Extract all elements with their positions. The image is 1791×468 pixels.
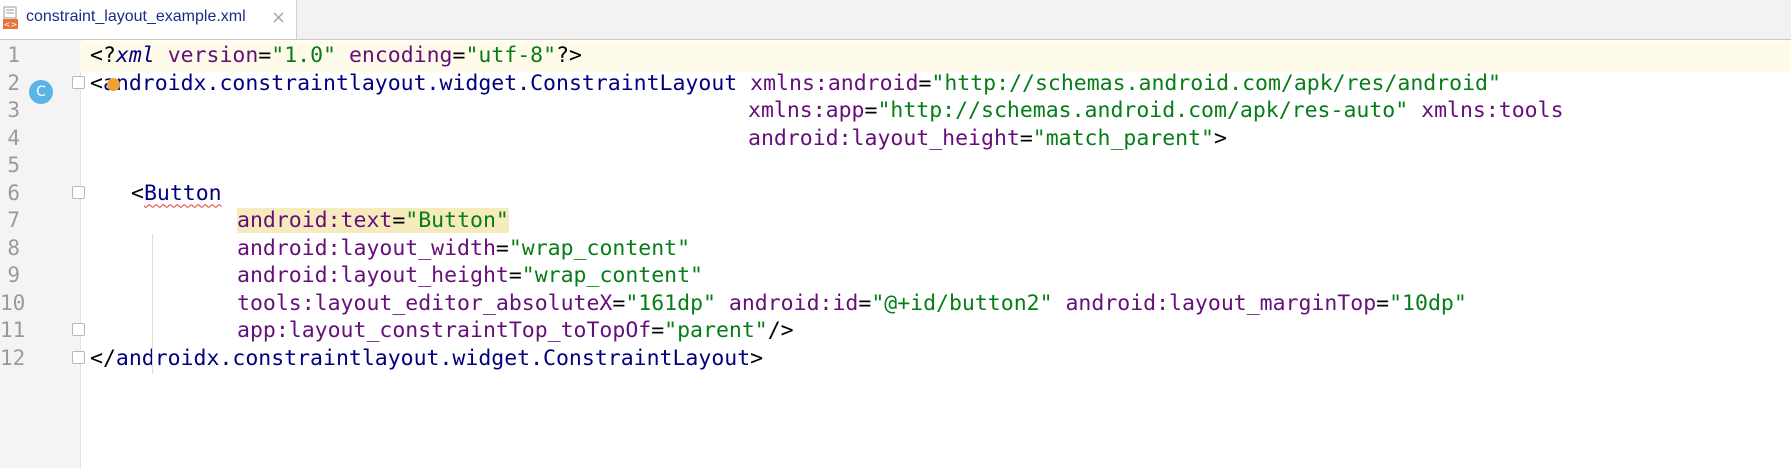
line-number: 6 bbox=[7, 180, 20, 205]
value-encoding: "utf-8" bbox=[465, 43, 557, 68]
line-number: 12 bbox=[0, 345, 26, 370]
attr-margin-top: android:layout_marginTop bbox=[1065, 290, 1377, 316]
equals: = bbox=[612, 290, 626, 316]
line-number: 4 bbox=[7, 125, 20, 150]
line-number: 1 bbox=[7, 43, 20, 67]
value-margin-top: "10dp" bbox=[1389, 290, 1467, 316]
indent-guide bbox=[152, 234, 153, 374]
xml-prolog-close: ?> bbox=[556, 43, 582, 68]
line-number: 3 bbox=[7, 98, 20, 122]
value-absolute-x: "161dp" bbox=[625, 290, 716, 316]
fold-marker-icon[interactable] bbox=[72, 186, 85, 199]
attr-layout-width: android:layout_width bbox=[237, 235, 496, 261]
intention-bulb-icon[interactable] bbox=[107, 78, 120, 91]
tag-button: Button bbox=[143, 180, 222, 206]
line-number: 9 bbox=[7, 263, 20, 287]
code-line-12: </androidx.constraintlayout.widget.Const… bbox=[90, 343, 763, 374]
code-line-1: <?xml version="1.0" encoding="utf-8"?> bbox=[90, 40, 582, 71]
tag-close-bracket: > bbox=[1214, 125, 1227, 151]
equals: = bbox=[858, 290, 872, 316]
value-constraint-top: "parent" bbox=[664, 318, 768, 343]
code-editor[interactable]: 1 2 3 4 5 6 7 8 9 10 11 12 <?xml version… bbox=[0, 40, 1791, 468]
xml-prolog-open: <? bbox=[90, 43, 116, 68]
code-line-11: app:layout_constraintTop_toTopOf="parent… bbox=[237, 315, 794, 346]
equals: = bbox=[495, 235, 509, 261]
value-android-text: "Button" bbox=[405, 208, 509, 233]
svg-text:<>: <> bbox=[4, 20, 17, 29]
value-layout-height: "wrap_content" bbox=[521, 263, 703, 288]
attr-xmlns-android: xmlns:android bbox=[750, 70, 919, 96]
attr-android-text: android:text bbox=[237, 208, 393, 233]
line-number: 5 bbox=[7, 153, 20, 177]
equals: = bbox=[1019, 125, 1033, 151]
close-icon[interactable]: × bbox=[271, 7, 286, 28]
equals: = bbox=[452, 43, 466, 68]
code-line-4: android:layout_height="match_parent"> bbox=[748, 123, 1227, 154]
value-layout-width: "wrap_content" bbox=[508, 235, 691, 261]
fold-marker-icon[interactable] bbox=[72, 323, 85, 336]
fold-marker-icon[interactable] bbox=[72, 351, 85, 364]
value-layout-height: "match_parent" bbox=[1032, 125, 1214, 151]
xml-prolog-name: xml bbox=[115, 43, 155, 68]
attr-version: version bbox=[167, 43, 259, 68]
value-version: "1.0" bbox=[271, 43, 336, 68]
tab-label: constraint_layout_example.xml bbox=[26, 8, 246, 25]
code-line-10: tools:layout_editor_absoluteX="161dp" an… bbox=[237, 288, 1467, 319]
attr-absolute-x: tools:layout_editor_absoluteX bbox=[237, 290, 613, 316]
tag-open-bracket: < bbox=[131, 180, 144, 206]
line-number: 2 bbox=[7, 70, 20, 95]
xml-file-icon: <> bbox=[3, 6, 18, 29]
fold-marker-icon[interactable] bbox=[72, 76, 85, 89]
tag-self-close: /> bbox=[767, 318, 794, 343]
code-line-7: android:text="Button" bbox=[237, 205, 509, 236]
tag-close-bracket: > bbox=[750, 345, 764, 371]
tag-constraint-layout-close: androidx.constraintlayout.widget.Constra… bbox=[115, 345, 751, 371]
line-number: 7 bbox=[7, 208, 20, 232]
value-android-id: "@+id/button2" bbox=[871, 290, 1053, 316]
tab-constraint-layout-example[interactable]: <> constraint_layout_example.xml × bbox=[0, 0, 297, 39]
equals: = bbox=[918, 70, 932, 96]
tag-close-open-bracket: </ bbox=[90, 345, 116, 371]
attr-layout-height: android:layout_height bbox=[748, 125, 1020, 151]
equals: = bbox=[508, 263, 522, 288]
value-xmlns-android: "http://schemas.android.com/apk/res/andr… bbox=[931, 70, 1501, 96]
equals: = bbox=[258, 43, 272, 68]
code-line-2: <androidx.constraintlayout.widget.Constr… bbox=[90, 68, 1501, 99]
line-number: 10 bbox=[0, 290, 26, 315]
code-line-8: android:layout_width="wrap_content" bbox=[237, 233, 690, 264]
equals: = bbox=[651, 318, 665, 343]
equals: = bbox=[1376, 290, 1390, 316]
editor-tab-bar: <> constraint_layout_example.xml × bbox=[0, 0, 1791, 40]
equals: = bbox=[864, 98, 878, 123]
attr-xmlns-tools: xmlns:tools bbox=[1421, 98, 1564, 123]
value-xmlns-app: "http://schemas.android.com/apk/res-auto… bbox=[877, 98, 1409, 123]
attr-layout-height: android:layout_height bbox=[237, 263, 509, 288]
attr-xmlns-app: xmlns:app bbox=[748, 98, 865, 123]
attr-android-id: android:id bbox=[728, 290, 859, 316]
attr-encoding: encoding bbox=[348, 43, 453, 68]
code-line-3: xmlns:app="http://schemas.android.com/ap… bbox=[748, 95, 1564, 126]
attr-constraint-top: app:layout_constraintTop_toTopOf bbox=[237, 318, 652, 343]
tag-constraint-layout: androidx.constraintlayout.widget.Constra… bbox=[102, 70, 738, 96]
code-line-9: android:layout_height="wrap_content" bbox=[237, 260, 703, 291]
line-number: 8 bbox=[7, 235, 20, 260]
equals: = bbox=[392, 208, 406, 233]
line-number: 11 bbox=[0, 318, 26, 342]
tag-open-bracket: < bbox=[90, 70, 103, 96]
class-badge-icon[interactable]: C bbox=[29, 80, 53, 104]
code-line-6: <Button bbox=[131, 178, 222, 209]
